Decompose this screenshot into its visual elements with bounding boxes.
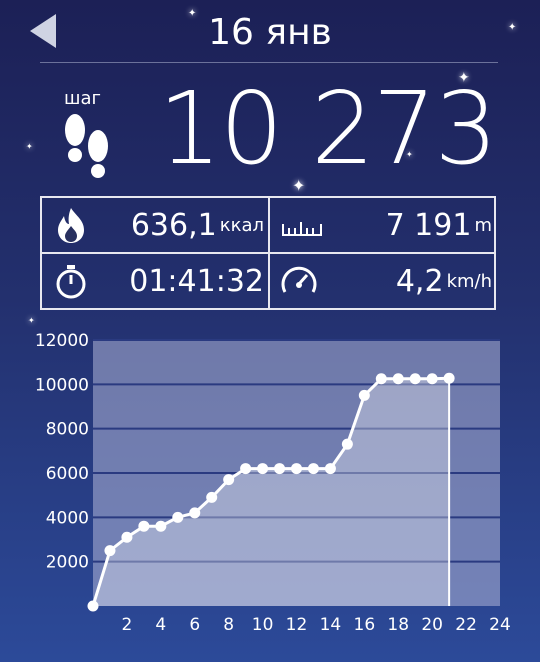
data-point xyxy=(341,438,353,450)
data-point xyxy=(409,373,421,385)
distance-value: 7 191 xyxy=(385,208,472,243)
speed-value: 4,2 xyxy=(395,264,444,299)
y-tick-label: 8000 xyxy=(46,420,89,440)
data-point xyxy=(257,463,269,475)
ruler-icon xyxy=(282,222,322,236)
x-tick-label: 8 xyxy=(223,615,234,635)
y-tick-label: 10000 xyxy=(35,375,89,395)
data-point xyxy=(138,520,150,532)
duration-cell: 01:41:32 xyxy=(42,254,268,308)
calories-unit: ккал xyxy=(219,215,264,236)
data-point xyxy=(87,600,99,612)
data-point xyxy=(375,373,387,385)
duration-value: 01:41:32 xyxy=(129,264,264,299)
date-title: 16 янв xyxy=(208,12,332,53)
data-point xyxy=(240,463,252,475)
flame-icon xyxy=(58,208,84,243)
x-tick-label: 18 xyxy=(387,615,409,635)
data-point xyxy=(189,507,201,519)
x-tick-label: 4 xyxy=(155,615,166,635)
divider xyxy=(40,62,498,63)
x-tick-label: 16 xyxy=(354,615,376,635)
x-tick-label: 14 xyxy=(320,615,342,635)
footprints-icon xyxy=(65,114,108,178)
y-tick-label: 6000 xyxy=(46,464,89,484)
stats-grid: 636,1 ккал 7 191 m 01:41:32 4,2 km/h xyxy=(40,196,496,310)
data-point xyxy=(121,531,133,543)
speed-cell: 4,2 km/h xyxy=(270,254,496,308)
y-tick-label: 12000 xyxy=(35,331,89,351)
steps-chart: 200040006000800010000120002 4 6 8 10 12 14 16 18… xyxy=(35,331,511,635)
data-point xyxy=(223,474,235,486)
x-tick-label: 6 xyxy=(189,615,200,635)
data-point xyxy=(443,372,455,384)
stopwatch-icon xyxy=(56,265,86,299)
x-tick-label: 2 xyxy=(122,615,133,635)
data-point xyxy=(155,520,167,532)
data-point xyxy=(206,491,218,503)
y-tick-label: 4000 xyxy=(46,508,89,528)
data-point xyxy=(358,389,370,401)
x-tick-label: 20 xyxy=(421,615,443,635)
header: 16 янв xyxy=(0,0,540,62)
steps-label: шаг xyxy=(64,88,101,109)
data-point xyxy=(172,511,184,523)
calories-value: 636,1 xyxy=(130,208,217,243)
x-tick-label: 24 xyxy=(489,615,511,635)
data-point xyxy=(291,463,302,475)
data-point xyxy=(307,463,319,475)
data-point xyxy=(274,463,286,475)
distance-cell: 7 191 m xyxy=(270,198,496,252)
data-point xyxy=(426,373,438,385)
data-point xyxy=(104,545,116,557)
x-tick-label: 12 xyxy=(286,615,308,635)
data-point xyxy=(324,463,336,475)
speedometer-icon xyxy=(281,266,317,293)
x-tick-label: 22 xyxy=(455,615,477,635)
data-point xyxy=(392,373,404,385)
y-tick-label: 2000 xyxy=(46,553,89,573)
distance-unit: m xyxy=(474,215,492,236)
chart-plot: 200040006000800010000120002 4 6 8 10 12 14 16 18… xyxy=(35,331,511,635)
speed-unit: km/h xyxy=(446,271,492,292)
steps-count: 10 273 xyxy=(158,70,498,187)
x-tick-label: 10 xyxy=(252,615,274,635)
calories-cell: 636,1 ккал xyxy=(42,198,268,252)
